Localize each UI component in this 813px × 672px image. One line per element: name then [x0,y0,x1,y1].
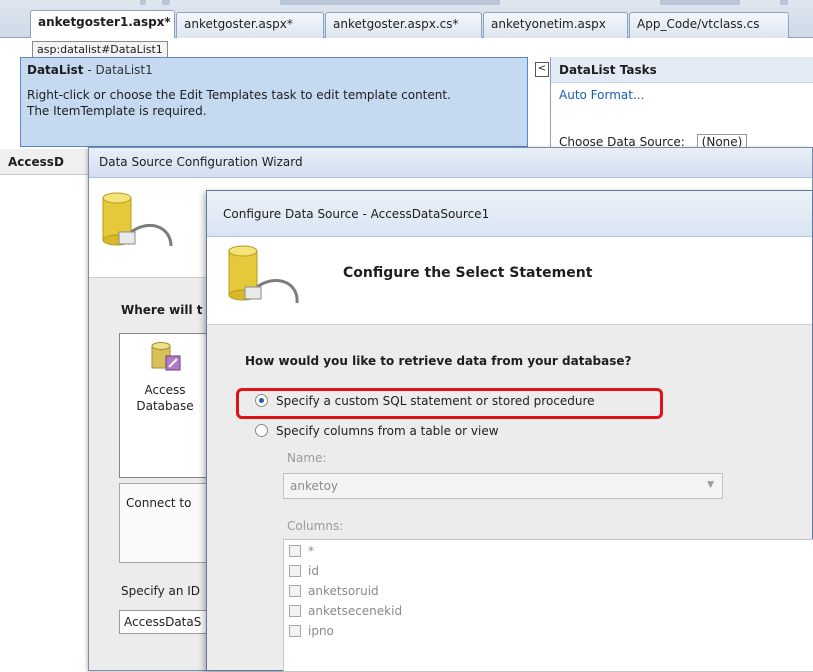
column-item-star[interactable]: * [289,542,813,562]
option-custom-sql[interactable]: Specify a custom SQL statement or stored… [255,394,595,408]
data-source-type-list[interactable]: Access Database [119,333,209,478]
option-columns[interactable]: Specify columns from a table or view [255,424,499,438]
columns-option-label: Specify columns from a table or view [276,424,499,438]
tasks-title: DataList Tasks [551,57,813,83]
columns-list[interactable]: * id anketsoruid anketsecenekid ipno [283,539,813,672]
retrieve-question: How would you like to retrieve data from… [245,354,632,368]
access-database-label-line1: Access [144,383,186,397]
wizard1-description: Connect to [119,483,209,563]
wizard1-id-input[interactable]: AccessDataS [119,610,209,634]
table-name-value: anketoy [290,479,339,493]
configure-data-source-dialog: Configure Data Source - AccessDataSource… [206,190,813,672]
name-label: Name: [287,451,327,465]
tab-anketgoster[interactable]: anketgoster.aspx* [176,12,324,38]
column-item-ipno[interactable]: ipno [289,622,813,642]
access-database-label-line2: Database [136,399,194,413]
access-database-item[interactable]: Access Database [130,382,200,414]
accessdatasource-control[interactable]: AccessD [0,149,95,175]
datalist-control[interactable]: DataList - DataList1 Right-click or choo… [20,57,528,147]
columns-radio[interactable] [255,424,268,437]
wizard1-id-label: Specify an ID [121,584,201,598]
wizard2-title: Configure Data Source - AccessDataSource… [207,191,812,237]
wizard1-where-label: Where will t [121,303,203,317]
wizard2-banner: Configure the Select Statement [207,237,812,325]
access-database-icon[interactable] [148,340,184,376]
column-item-anketsoruid[interactable]: anketsoruid [289,582,813,602]
auto-format-link[interactable]: Auto Format... [551,83,813,102]
chevron-down-icon[interactable]: ▼ [707,480,714,490]
database-plug-icon [228,245,299,304]
column-item-anketsecenekid[interactable]: anketsecenekid [289,602,813,622]
column-checkbox[interactable] [289,545,301,557]
column-label: id [308,564,319,578]
column-label: ipno [308,624,334,638]
datalist-tasks-panel: DataList Tasks Auto Format... Choose Dat… [550,57,813,157]
tab-anketgoster1[interactable]: anketgoster1.aspx* [30,10,175,39]
column-checkbox[interactable] [289,585,301,597]
table-name-select[interactable]: anketoy ▼ [283,473,723,499]
datalist-title: DataList [27,63,84,77]
database-plug-icon [102,192,173,247]
column-label: * [308,544,314,558]
column-checkbox[interactable] [289,565,301,577]
custom-sql-label: Specify a custom SQL statement or stored… [276,394,595,408]
tab-vtclass[interactable]: App_Code/vtclass.cs [629,12,789,38]
tab-anketgoster-cs[interactable]: anketgoster.aspx.cs* [325,12,482,38]
datalist-subtitle: - DataList1 [83,63,153,77]
smart-tag-collapse-button[interactable]: < [535,62,549,77]
datalist-message-line1: Right-click or choose the Edit Templates… [27,88,451,102]
document-tab-strip: anketgoster1.aspx* anketgoster.aspx* ank… [0,0,813,39]
column-checkbox[interactable] [289,605,301,617]
columns-label: Columns: [287,519,344,533]
column-label: anketsecenekid [308,604,403,618]
datalist-message-line2: The ItemTemplate is required. [27,104,207,118]
element-tag-label: asp:datalist#DataList1 [32,41,168,58]
toolbar-remnants [140,0,813,6]
column-item-id[interactable]: id [289,562,813,582]
tab-anketyonetim[interactable]: anketyonetim.aspx [483,12,628,38]
custom-sql-radio[interactable] [255,394,268,407]
wizard1-title: Data Source Configuration Wizard [89,148,812,178]
column-checkbox[interactable] [289,625,301,637]
wizard2-heading: Configure the Select Statement [343,265,593,281]
column-label: anketsoruid [308,584,379,598]
